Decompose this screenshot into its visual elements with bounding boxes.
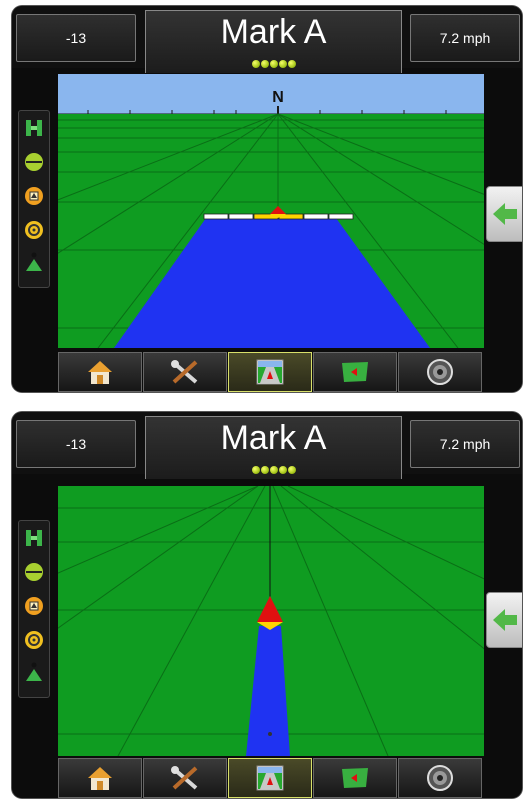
compass-heading: N bbox=[272, 89, 284, 106]
led-indicator bbox=[269, 60, 278, 68]
cross-track-error-readout: -13 bbox=[16, 14, 136, 62]
guidance-viewport[interactable]: N bbox=[58, 74, 484, 348]
gps-quality-leds bbox=[146, 466, 401, 474]
bottom-nav bbox=[12, 350, 522, 392]
field-tab[interactable] bbox=[313, 352, 397, 392]
back-arrow-icon bbox=[493, 203, 517, 225]
home-tab[interactable] bbox=[58, 758, 142, 798]
home-tab[interactable] bbox=[58, 352, 142, 392]
field-icon bbox=[342, 362, 368, 382]
guidance-icon bbox=[256, 359, 284, 385]
gps-tab[interactable] bbox=[398, 352, 482, 392]
guidance-screen-overhead: -13 Mark A 7.2 mph bbox=[12, 412, 522, 798]
steering-icon[interactable] bbox=[23, 629, 45, 651]
back-arrow-icon bbox=[493, 609, 517, 631]
led-indicator bbox=[269, 466, 278, 474]
back-button[interactable] bbox=[486, 186, 522, 242]
led-indicator bbox=[260, 466, 269, 474]
gps-quality-leds bbox=[146, 60, 401, 68]
overhead-field-view bbox=[58, 486, 484, 756]
gps-tab[interactable] bbox=[398, 758, 482, 798]
status-header: -13 Mark A 7.2 mph bbox=[12, 6, 522, 73]
perspective-field-view: N bbox=[58, 74, 484, 348]
led-indicator bbox=[251, 466, 260, 474]
tools-icon bbox=[171, 766, 198, 790]
bottom-nav bbox=[12, 756, 522, 798]
guidance-mode-icon[interactable] bbox=[23, 117, 45, 139]
led-indicator bbox=[287, 60, 296, 68]
back-button[interactable] bbox=[486, 592, 522, 648]
home-icon bbox=[88, 361, 112, 384]
marker-icon[interactable] bbox=[23, 595, 45, 617]
page-title: Mark A bbox=[220, 419, 327, 457]
page-title: Mark A bbox=[220, 13, 327, 51]
led-indicator bbox=[278, 60, 287, 68]
led-indicator bbox=[287, 466, 296, 474]
title-panel: Mark A bbox=[145, 10, 402, 73]
speed-readout: 7.2 mph bbox=[410, 420, 520, 468]
led-indicator bbox=[278, 466, 287, 474]
led-indicator bbox=[251, 60, 260, 68]
marker-icon[interactable] bbox=[23, 185, 45, 207]
guidance-icon bbox=[256, 765, 284, 791]
vehicle-icon[interactable] bbox=[23, 661, 45, 683]
tools-tab[interactable] bbox=[143, 352, 227, 392]
field-icon bbox=[342, 768, 368, 788]
speed-value: 7.2 mph bbox=[439, 30, 491, 46]
guidance-tab[interactable] bbox=[228, 352, 312, 392]
home-icon bbox=[88, 767, 112, 790]
speed-readout: 7.2 mph bbox=[410, 14, 520, 62]
gps-icon bbox=[427, 765, 453, 791]
guidance-side-rail bbox=[18, 110, 50, 288]
tools-icon bbox=[171, 360, 198, 384]
swath-point bbox=[268, 732, 272, 736]
guidance-side-rail bbox=[18, 520, 50, 698]
steering-icon[interactable] bbox=[23, 219, 45, 241]
tools-tab[interactable] bbox=[143, 758, 227, 798]
guidance-screen-perspective: -13 Mark A 7.2 mph N bbox=[12, 6, 522, 392]
led-indicator bbox=[260, 60, 269, 68]
title-panel: Mark A bbox=[145, 416, 402, 479]
cross-track-error-value: -13 bbox=[65, 30, 87, 46]
status-header: -13 Mark A 7.2 mph bbox=[12, 412, 522, 479]
gps-icon bbox=[427, 359, 453, 385]
guidance-mode-icon[interactable] bbox=[23, 527, 45, 549]
field-tab[interactable] bbox=[313, 758, 397, 798]
speed-value: 7.2 mph bbox=[439, 436, 491, 452]
sky bbox=[58, 74, 484, 114]
cross-track-error-value: -13 bbox=[65, 436, 87, 452]
boundary-icon[interactable] bbox=[23, 561, 45, 583]
vehicle-icon[interactable] bbox=[23, 251, 45, 273]
guidance-viewport[interactable] bbox=[58, 486, 484, 756]
guidance-tab[interactable] bbox=[228, 758, 312, 798]
boundary-icon[interactable] bbox=[23, 151, 45, 173]
cross-track-error-readout: -13 bbox=[16, 420, 136, 468]
